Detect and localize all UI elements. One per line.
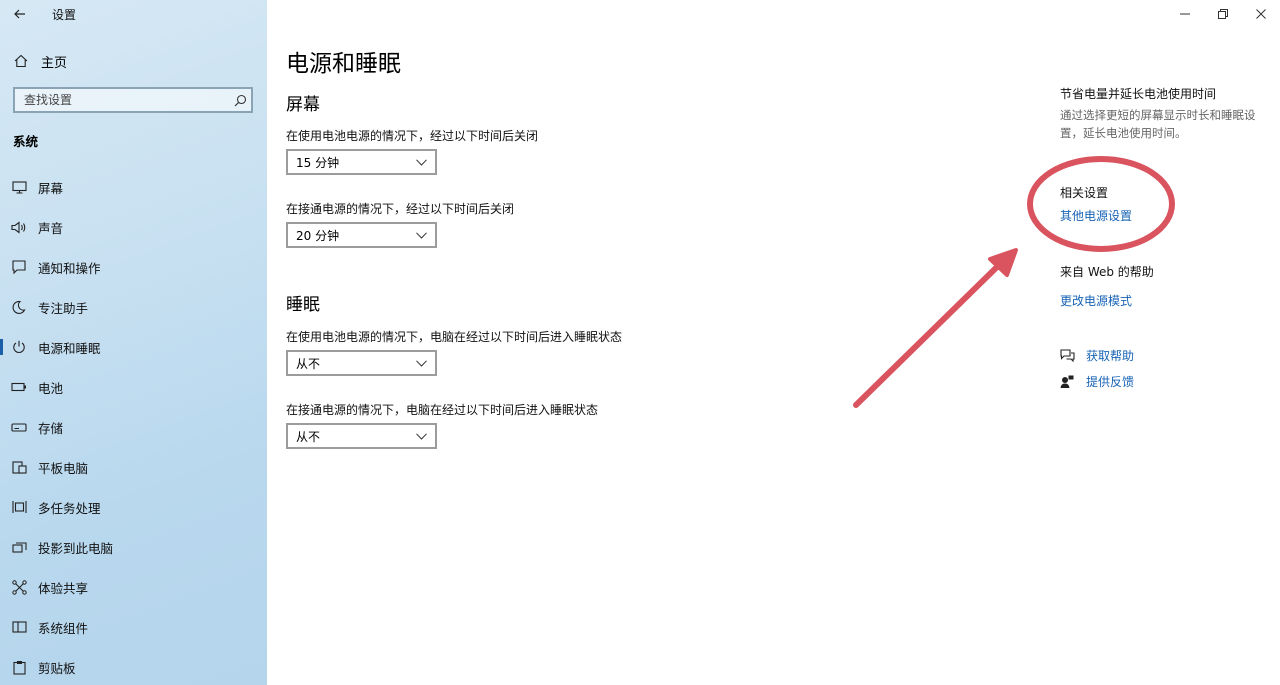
components-icon xyxy=(0,621,38,633)
home-label: 主页 xyxy=(41,55,68,71)
sidebar-item-storage[interactable]: 存储 xyxy=(0,407,267,447)
clipboard-icon xyxy=(0,660,38,675)
sidebar-nav: 屏幕 声音 通知和操作 专注助手 电源和睡眠 电池 存储 平板电脑 多任务处理 … xyxy=(0,167,267,685)
share-icon xyxy=(0,579,38,595)
highlight-ellipse xyxy=(1027,156,1175,252)
power-icon xyxy=(0,340,38,354)
sidebar-item-label: 声音 xyxy=(38,220,64,236)
get-help-link[interactable]: 获取帮助 xyxy=(1060,347,1134,364)
close-button[interactable] xyxy=(1242,0,1280,28)
back-button[interactable] xyxy=(0,0,40,28)
screen-plugged-label: 在接通电源的情况下，经过以下时间后关闭 xyxy=(286,202,515,216)
feedback-link[interactable]: 提供反馈 xyxy=(1060,373,1134,390)
screen-battery-label: 在使用电池电源的情况下，经过以下时间后关闭 xyxy=(286,129,539,143)
sidebar-item-label: 多任务处理 xyxy=(38,500,101,516)
sleep-heading: 睡眠 xyxy=(286,295,320,315)
related-settings-title: 相关设置 xyxy=(1060,186,1109,200)
sidebar-item-label: 通知和操作 xyxy=(38,260,101,276)
home-icon xyxy=(1,54,41,68)
sidebar-section-title: 系统 xyxy=(13,134,39,149)
sidebar-item-multitasking[interactable]: 多任务处理 xyxy=(0,487,267,527)
sidebar-item-label: 专注助手 xyxy=(38,300,89,316)
screen-plugged-dropdown[interactable]: 20 分钟 xyxy=(286,222,437,248)
sidebar-item-label: 系统组件 xyxy=(38,620,89,636)
sidebar-item-project[interactable]: 投影到此电脑 xyxy=(0,527,267,567)
window-controls xyxy=(1166,0,1280,28)
web-help-title: 来自 Web 的帮助 xyxy=(1060,265,1154,279)
sleep-battery-dropdown[interactable]: 从不 xyxy=(286,350,437,376)
sidebar-item-focus-assist[interactable]: 专注助手 xyxy=(0,287,267,327)
back-arrow-icon xyxy=(14,9,25,19)
sidebar-item-sound[interactable]: 声音 xyxy=(0,207,267,247)
sidebar-item-label: 屏幕 xyxy=(38,180,64,196)
title-bar: 设置 xyxy=(0,0,267,28)
sidebar-item-battery[interactable]: 电池 xyxy=(0,367,267,407)
project-icon xyxy=(0,541,38,554)
search-input[interactable] xyxy=(24,93,229,107)
search-box[interactable] xyxy=(13,87,253,113)
feedback-label: 提供反馈 xyxy=(1086,375,1135,389)
dropdown-value: 从不 xyxy=(296,429,321,444)
help-chat-icon xyxy=(1060,349,1086,362)
sidebar-item-label: 平板电脑 xyxy=(38,460,89,476)
chevron-down-icon xyxy=(416,231,427,239)
screen-battery-dropdown[interactable]: 15 分钟 xyxy=(286,149,437,175)
tablet-icon xyxy=(0,460,38,474)
dropdown-value: 20 分钟 xyxy=(296,228,340,243)
restore-button[interactable] xyxy=(1204,0,1242,28)
sidebar-item-clipboard[interactable]: 剪贴板 xyxy=(0,647,267,685)
monitor-icon xyxy=(0,180,38,194)
restore-icon xyxy=(1218,9,1228,19)
storage-icon xyxy=(0,422,38,432)
feedback-person-icon xyxy=(1060,375,1086,389)
chevron-down-icon xyxy=(416,359,427,367)
sleep-battery-label: 在使用电池电源的情况下，电脑在经过以下时间后进入睡眠状态 xyxy=(286,330,623,344)
highlight-arrow-head xyxy=(988,248,1018,277)
highlight-arrow-shaft xyxy=(853,261,1003,408)
sidebar-item-label: 剪贴板 xyxy=(38,660,76,676)
screen-heading: 屏幕 xyxy=(286,95,320,115)
chevron-down-icon xyxy=(416,158,427,166)
sidebar: 设置 主页 系统 屏幕 声音 通知和操作 专注助手 xyxy=(0,0,267,685)
sidebar-item-label: 电池 xyxy=(38,380,64,396)
sidebar-item-home[interactable]: 主页 xyxy=(0,46,267,76)
moon-icon xyxy=(0,300,38,314)
sidebar-item-label: 存储 xyxy=(38,420,64,436)
sidebar-item-label: 投影到此电脑 xyxy=(38,540,114,556)
battery-icon xyxy=(0,382,38,392)
minimize-icon xyxy=(1180,13,1190,15)
change-power-mode-link[interactable]: 更改电源模式 xyxy=(1060,292,1132,309)
sidebar-item-label: 体验共享 xyxy=(38,580,89,596)
notification-icon xyxy=(0,260,38,274)
search-icon[interactable] xyxy=(229,94,251,107)
page-title: 电源和睡眠 xyxy=(286,51,401,77)
sidebar-item-tablet[interactable]: 平板电脑 xyxy=(0,447,267,487)
save-power-description: 通过选择更短的屏幕显示时长和睡眠设置，延长电池使用时间。 xyxy=(1060,108,1256,140)
sleep-plugged-dropdown[interactable]: 从不 xyxy=(286,423,437,449)
sidebar-item-notifications[interactable]: 通知和操作 xyxy=(0,247,267,287)
app-title: 设置 xyxy=(52,7,77,22)
sidebar-item-label: 电源和睡眠 xyxy=(38,340,101,356)
speaker-icon xyxy=(0,220,38,234)
sidebar-item-power-sleep[interactable]: 电源和睡眠 xyxy=(0,327,267,367)
sidebar-item-shared-experiences[interactable]: 体验共享 xyxy=(0,567,267,607)
save-power-title: 节省电量并延长电池使用时间 xyxy=(1060,87,1217,101)
chevron-down-icon xyxy=(416,432,427,440)
multitask-icon xyxy=(0,500,38,514)
dropdown-value: 从不 xyxy=(296,356,321,371)
minimize-button[interactable] xyxy=(1166,0,1204,28)
get-help-label: 获取帮助 xyxy=(1086,349,1135,363)
close-icon xyxy=(1256,9,1266,19)
sleep-plugged-label: 在接通电源的情况下，电脑在经过以下时间后进入睡眠状态 xyxy=(286,403,599,417)
sidebar-item-display[interactable]: 屏幕 xyxy=(0,167,267,207)
sidebar-item-system-components[interactable]: 系统组件 xyxy=(0,607,267,647)
other-power-settings-link[interactable]: 其他电源设置 xyxy=(1060,207,1132,224)
dropdown-value: 15 分钟 xyxy=(296,155,340,170)
